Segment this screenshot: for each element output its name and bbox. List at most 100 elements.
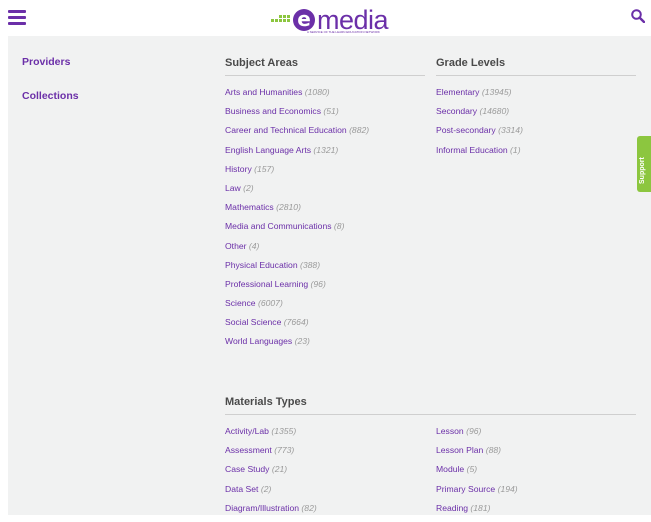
subject-area-item[interactable]: Law (2) xyxy=(225,183,369,202)
subject-area-item-label: Mathematics xyxy=(225,202,274,213)
support-tab-label: Support xyxy=(639,157,646,184)
browse-panel: Providers Collections Subject Areas Arts… xyxy=(8,36,651,515)
subject-area-item-count: (4) xyxy=(248,240,260,251)
subject-area-item-label: Law xyxy=(225,182,241,193)
subject-area-item[interactable]: Professional Learning (96) xyxy=(225,279,369,298)
materials-type-item-count: (773) xyxy=(274,445,295,456)
grade-level-item[interactable]: Elementary (13945) xyxy=(436,87,523,106)
top-bar: e media A SERVICE OF THE LEARN EDUCATION… xyxy=(0,0,651,36)
subject-area-item-label: Physical Education xyxy=(225,259,298,270)
subject-area-item-label: Business and Economics xyxy=(225,106,322,117)
subject-area-item-label: History xyxy=(225,163,252,174)
grade-level-item-label: Informal Education xyxy=(436,144,508,155)
grade-level-item[interactable]: Secondary (14680) xyxy=(436,106,523,125)
grade-level-item-label: Elementary xyxy=(436,87,480,97)
subject-area-item-count: (2) xyxy=(243,182,254,193)
materials-type-item[interactable]: Case Study (21) xyxy=(225,464,317,483)
support-tab[interactable]: Support xyxy=(637,136,651,192)
materials-type-item[interactable]: Data Set (2) xyxy=(225,484,317,503)
materials-type-item-label: Diagram/Illustration xyxy=(225,502,300,513)
subject-area-item-count: (882) xyxy=(349,125,370,136)
materials-types-list-left: Activity/Lab (1355) Assessment (773) Case … xyxy=(225,426,317,522)
subject-area-item-label: Social Science xyxy=(225,317,282,328)
materials-type-item-count: (21) xyxy=(271,464,288,475)
materials-type-item-label: Primary Source xyxy=(436,483,496,494)
subject-area-item-count: (1080) xyxy=(304,87,330,97)
materials-type-item[interactable]: Lesson Plan (88) xyxy=(436,445,518,464)
hamburger-menu-icon[interactable] xyxy=(8,10,26,26)
subject-area-item-count: (388) xyxy=(300,259,321,270)
materials-type-item-label: Case Study xyxy=(225,464,270,475)
materials-type-item[interactable]: Lesson (96) xyxy=(436,426,518,445)
subject-area-item-label: Other xyxy=(225,240,247,251)
grade-level-item-count: (13945) xyxy=(481,87,512,97)
grade-level-item[interactable]: Post-secondary (3314) xyxy=(436,125,523,144)
subject-area-item-count: (8) xyxy=(333,221,345,232)
subject-area-item[interactable]: Career and Technical Education (882) xyxy=(225,125,369,144)
materials-type-item[interactable]: Reading (181) xyxy=(436,503,518,522)
subject-area-item[interactable]: English Language Arts (1321) xyxy=(225,145,369,164)
materials-type-item-label: Reading xyxy=(436,502,469,513)
subject-area-item[interactable]: Science (6007) xyxy=(225,298,369,317)
logo-tagline: A SERVICE OF THE LEARN EDUCATION NETWORK xyxy=(307,30,380,34)
subject-area-item-count: (1321) xyxy=(313,144,339,155)
materials-type-item-count: (181) xyxy=(470,502,491,513)
subject-areas-list: Arts and Humanities (1080) Business and E… xyxy=(225,87,369,356)
materials-type-item-count: (2) xyxy=(260,483,272,494)
subject-area-item[interactable]: Mathematics (2810) xyxy=(225,202,369,221)
subject-area-item-label: Science xyxy=(225,298,256,309)
grade-level-item[interactable]: Informal Education (1) xyxy=(436,145,523,164)
subject-area-item-count: (96) xyxy=(310,278,326,289)
subject-area-item[interactable]: Media and Communications (8) xyxy=(225,221,369,240)
materials-type-item-label: Activity/Lab xyxy=(225,426,269,436)
subject-area-item[interactable]: Business and Economics (51) xyxy=(225,106,369,125)
materials-type-item-count: (194) xyxy=(497,483,518,494)
subject-area-item-count: (6007) xyxy=(257,298,283,309)
sidebar-item-providers[interactable]: Providers xyxy=(22,56,70,68)
grade-levels-heading: Grade Levels xyxy=(436,57,636,76)
subject-area-item[interactable]: History (157) xyxy=(225,164,369,183)
materials-type-item[interactable]: Module (5) xyxy=(436,464,518,483)
grade-level-item-count: (14680) xyxy=(479,106,510,117)
subject-area-item[interactable]: World Languages (23) xyxy=(225,336,369,355)
materials-type-item[interactable]: Primary Source (194) xyxy=(436,484,518,503)
subject-area-item[interactable]: Social Science (7664) xyxy=(225,317,369,336)
subject-area-item-count: (23) xyxy=(294,336,310,347)
subject-area-item-count: (2810) xyxy=(276,202,301,213)
materials-type-item-count: (1355) xyxy=(271,426,297,436)
subject-area-item[interactable]: Other (4) xyxy=(225,241,369,260)
materials-types-heading: Materials Types xyxy=(225,396,636,415)
materials-type-item-label: Lesson Plan xyxy=(436,445,484,456)
logo-e-mark: e xyxy=(293,9,315,31)
grade-level-item-count: (1) xyxy=(510,144,521,155)
materials-type-item-label: Module xyxy=(436,464,465,475)
grade-levels-list: Elementary (13945) Secondary (14680) Post-… xyxy=(436,87,523,164)
subject-area-item-count: (7664) xyxy=(283,317,309,328)
materials-type-item-label: Lesson xyxy=(436,426,464,436)
logo-dots-graphic xyxy=(271,15,291,25)
subject-area-item-label: Arts and Humanities xyxy=(225,87,303,97)
search-icon[interactable] xyxy=(631,9,645,23)
materials-type-item[interactable]: Assessment (773) xyxy=(225,445,317,464)
subject-area-item-count: (51) xyxy=(323,106,339,117)
sidebar-item-collections[interactable]: Collections xyxy=(22,90,79,102)
subject-areas-heading: Subject Areas xyxy=(225,57,425,76)
materials-type-item-label: Assessment xyxy=(225,445,272,456)
subject-area-item-label: World Languages xyxy=(225,336,293,347)
materials-type-item[interactable]: Activity/Lab (1355) xyxy=(225,426,317,445)
subject-area-item-label: Media and Communications xyxy=(225,221,332,232)
materials-types-list-right: Lesson (96) Lesson Plan (88) Module (5) Pri… xyxy=(436,426,518,522)
subject-area-item-count: (157) xyxy=(254,163,275,174)
materials-type-item-count: (88) xyxy=(485,445,501,456)
materials-type-item-count: (5) xyxy=(466,464,478,475)
materials-type-item-count: (96) xyxy=(466,426,482,436)
grade-level-item-count: (3314) xyxy=(498,125,523,136)
materials-type-item-label: Data Set xyxy=(225,483,259,494)
grade-level-item-label: Post-secondary xyxy=(436,125,496,136)
subject-area-item[interactable]: Physical Education (388) xyxy=(225,260,369,279)
materials-type-item-count: (82) xyxy=(301,502,317,513)
grade-level-item-label: Secondary xyxy=(436,106,478,117)
subject-area-item-label: Professional Learning xyxy=(225,278,309,289)
materials-type-item[interactable]: Diagram/Illustration (82) xyxy=(225,503,317,522)
subject-area-item[interactable]: Arts and Humanities (1080) xyxy=(225,87,369,106)
